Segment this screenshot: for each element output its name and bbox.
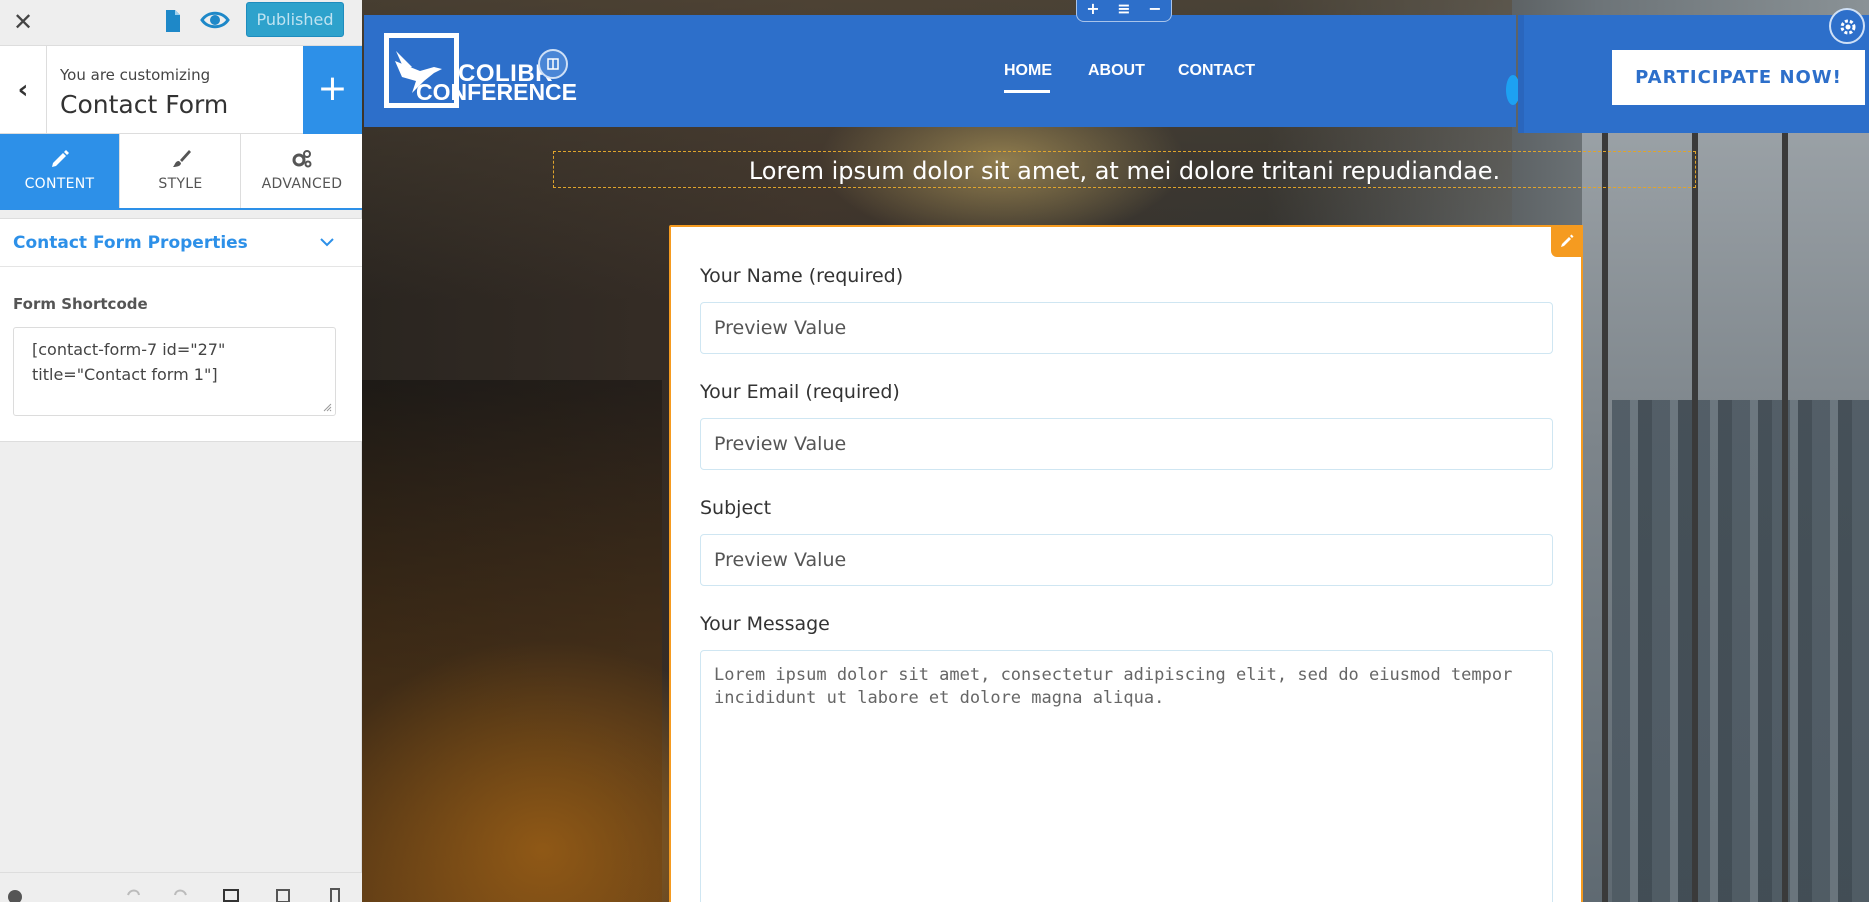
tab-style[interactable]: STYLE [121, 134, 241, 208]
contact-form[interactable]: Your Name (required) Preview Value Your … [669, 225, 1583, 902]
logo-text-sub: CONFERENCE [416, 79, 578, 105]
settings-button[interactable] [1829, 8, 1865, 44]
nav-home[interactable]: HOME [1004, 62, 1052, 93]
background-window-frame [1692, 130, 1698, 902]
desktop-view-icon[interactable] [222, 887, 240, 902]
mobile-view-icon[interactable] [326, 887, 344, 902]
close-icon[interactable]: ✕ [8, 7, 38, 37]
back-button[interactable]: ‹ [0, 46, 47, 134]
customizer-topbar: ✕ Published [0, 0, 362, 46]
shortcode-value: [contact-form-7 id="27" title="Contact f… [32, 340, 226, 384]
email-field[interactable]: Preview Value [700, 418, 1553, 470]
shortcode-label: Form Shortcode [13, 295, 148, 313]
message-field[interactable]: Lorem ipsum dolor sit amet, consectetur … [700, 650, 1553, 902]
chevron-down-icon [320, 238, 334, 247]
customizing-header: ‹ You are customizing Contact Form + [0, 46, 362, 134]
customizer-panel: ✕ Published ‹ You are customizing Contac… [0, 0, 362, 902]
redo-icon[interactable] [172, 887, 190, 902]
customizer-window: ✕ Published ‹ You are customizing Contac… [0, 0, 1869, 902]
tab-advanced-label: ADVANCED [261, 176, 343, 192]
gears-icon [292, 150, 312, 168]
section-controls: + ≡ − [1076, 0, 1172, 22]
subject-label: Subject [700, 497, 772, 519]
section-menu-button[interactable]: ≡ [1114, 0, 1134, 18]
tab-content[interactable]: CONTENT [0, 134, 120, 208]
undo-icon[interactable] [124, 887, 142, 902]
properties-accordion-header[interactable]: Contact Form Properties [0, 219, 362, 267]
customizing-label: You are customizing [60, 66, 211, 84]
nav-active-underline [1004, 90, 1050, 93]
brush-icon [172, 150, 191, 167]
site-header: COLIBR CONFERENCE HOME ABOUT CONTACT [364, 15, 1520, 127]
message-label: Your Message [700, 613, 830, 635]
background-window-frame [1782, 130, 1788, 902]
site-preview: COLIBR CONFERENCE HOME ABOUT CONTACT + ≡ [362, 0, 1869, 902]
tab-style-label: STYLE [158, 176, 203, 192]
contact-form-properties-section: Contact Form Properties Form Shortcode [… [0, 218, 362, 442]
participate-button[interactable]: PARTICIPATE NOW! [1612, 50, 1865, 105]
pencil-icon [1561, 234, 1574, 247]
tablet-view-icon[interactable] [274, 887, 292, 902]
background-floor [362, 380, 662, 902]
name-label: Your Name (required) [700, 265, 904, 287]
document-icon[interactable] [163, 9, 183, 33]
properties-title: Contact Form Properties [13, 233, 248, 253]
nav-contact[interactable]: CONTACT [1178, 62, 1255, 80]
gear-icon [1840, 19, 1856, 35]
add-component-button[interactable]: + [303, 46, 362, 134]
pencil-icon [51, 150, 69, 167]
background-window-frame [1602, 130, 1608, 902]
columns-icon [547, 58, 559, 70]
customizing-title: Contact Form [60, 90, 229, 119]
panel-bottom-bar [0, 872, 362, 902]
add-section-button[interactable]: + [1083, 0, 1103, 18]
background-city [1612, 400, 1869, 902]
info-icon[interactable] [6, 887, 24, 902]
tagline-text: Lorem ipsum dolor sit amet, at mei dolor… [748, 157, 1501, 185]
publish-button[interactable]: Published [246, 2, 344, 37]
tagline-container[interactable]: Lorem ipsum dolor sit amet, at mei dolor… [553, 151, 1696, 188]
nav-home-label: HOME [1004, 62, 1052, 79]
resize-grip-icon[interactable] [322, 402, 332, 412]
edit-form-button[interactable] [1551, 225, 1583, 257]
name-field[interactable]: Preview Value [700, 302, 1553, 354]
subject-field[interactable]: Preview Value [700, 534, 1553, 586]
remove-section-button[interactable]: − [1145, 0, 1165, 18]
panel-tabs: CONTENT STYLE ADVANCED [0, 134, 362, 210]
email-label: Your Email (required) [700, 381, 900, 403]
eye-icon[interactable] [200, 8, 230, 32]
nav-about[interactable]: ABOUT [1088, 62, 1145, 80]
logo-edit-button[interactable] [538, 49, 568, 79]
tab-advanced[interactable]: ADVANCED [242, 134, 362, 208]
shortcode-textarea[interactable]: [contact-form-7 id="27" title="Contact f… [13, 327, 336, 416]
tab-content-label: CONTENT [24, 176, 95, 192]
